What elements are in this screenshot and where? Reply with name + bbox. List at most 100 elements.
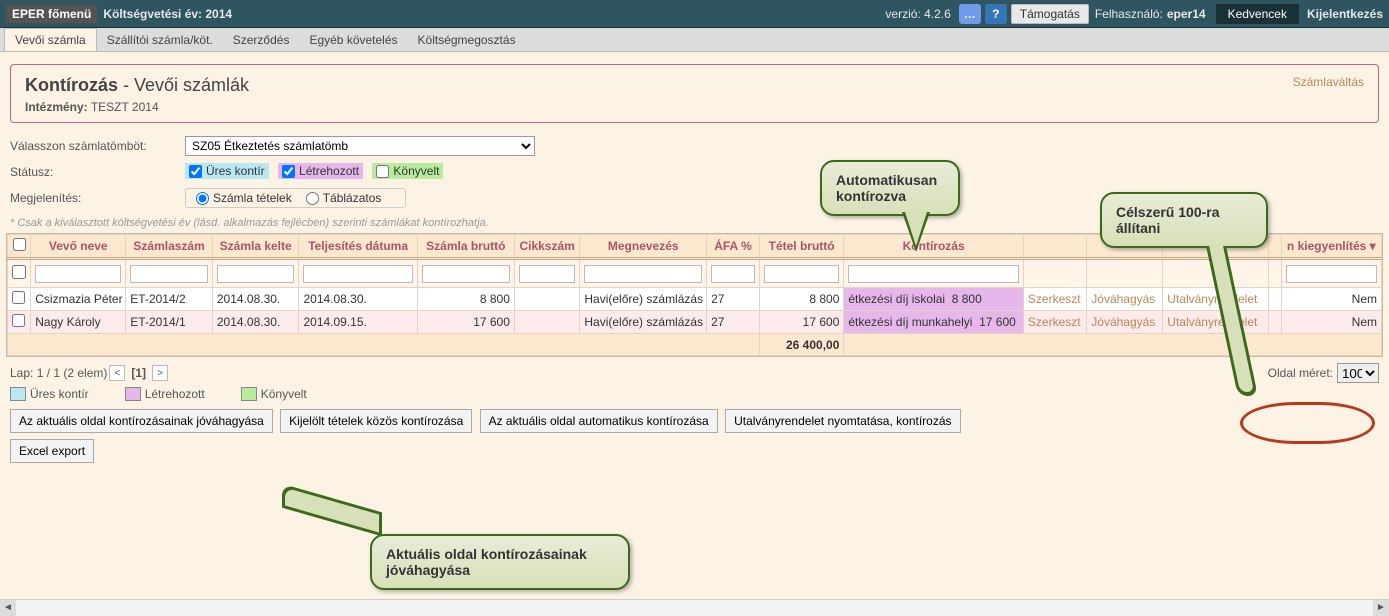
hscroll-track[interactable] xyxy=(16,600,1373,616)
help-icon[interactable]: ? xyxy=(985,4,1007,24)
page-size-select[interactable]: 100 xyxy=(1337,363,1379,383)
select-all-checkbox[interactable] xyxy=(13,238,26,251)
cell-item-gross: 8 800 xyxy=(759,288,843,311)
grid-header[interactable] xyxy=(8,235,31,259)
row-checkbox-cell xyxy=(8,288,31,311)
grid-header[interactable]: Teljesítés dátuma xyxy=(299,235,417,259)
approve-link[interactable]: Jóváhagyás xyxy=(1091,292,1155,306)
invoice-grid: Vevő neveSzámlaszámSzámla kelteTeljesíté… xyxy=(6,233,1383,357)
display-table-text: Táblázatos xyxy=(323,191,382,205)
tab-contract[interactable]: Szerződés xyxy=(223,29,300,51)
tab-other-claim[interactable]: Egyéb követelés xyxy=(299,29,407,51)
status-created-text: Létrehozott xyxy=(299,164,359,178)
grid-header[interactable]: Megnevezés xyxy=(580,235,707,259)
row-checkbox[interactable] xyxy=(12,291,25,304)
status-created-option[interactable]: Létrehozott xyxy=(278,163,363,179)
grid-filter-cell xyxy=(212,259,299,288)
grid-filter-input[interactable] xyxy=(35,265,121,283)
row-checkbox-cell xyxy=(8,311,31,334)
cell-order: Utalványrendelet xyxy=(1163,311,1269,334)
grid-filter-input[interactable] xyxy=(711,265,755,283)
chat-icon[interactable]: … xyxy=(959,4,981,24)
grid-filter-cell xyxy=(1023,259,1086,288)
grid-header[interactable]: n kiegyenlítés ▾ xyxy=(1281,235,1381,259)
approve-link[interactable]: Jóváhagyás xyxy=(1091,315,1155,329)
hscroll-left-icon[interactable]: ◄ xyxy=(0,600,16,616)
institution-label: Intézmény: xyxy=(25,100,88,114)
logout-button[interactable]: Kijelentkezés xyxy=(1307,7,1383,21)
callout-page-size: Célszerű 100-ra állítani xyxy=(1100,192,1268,248)
auto-contiroz-button[interactable]: Az aktuális oldal automatikus kontírozás… xyxy=(480,409,718,433)
legend-created: Létrehozott xyxy=(125,387,223,401)
cell-buyer-name: Nagy Károly xyxy=(31,311,126,334)
header-dropdown-icon[interactable]: ▾ xyxy=(1366,239,1375,253)
page-header-panel: Kontírozás - Vevői számlák Intézmény: TE… xyxy=(10,64,1379,123)
grid-filter-cell xyxy=(707,259,760,288)
filter-row-checkbox[interactable] xyxy=(12,263,26,281)
grid-filter-input[interactable] xyxy=(303,265,412,283)
grid-filter-input[interactable] xyxy=(130,265,208,283)
display-table-option[interactable]: Táblázatos xyxy=(306,191,382,205)
table-row: Csizmazia PéterET-2014/22014.08.30.2014.… xyxy=(8,288,1382,311)
order-link[interactable]: Utalványrendelet xyxy=(1167,315,1257,329)
grid-filter-input[interactable] xyxy=(217,265,295,283)
hscroll-right-icon[interactable]: ► xyxy=(1373,600,1389,616)
tab-cost-sharing[interactable]: Költségmegosztás xyxy=(408,29,526,51)
cell-approve: Jóváhagyás xyxy=(1087,288,1163,311)
cell-spacer xyxy=(1268,311,1281,334)
grid-header[interactable] xyxy=(1023,235,1086,259)
grid-header[interactable]: Kontírozás xyxy=(844,235,1024,259)
favorites-button[interactable]: Kedvencek xyxy=(1216,4,1299,24)
grid-filter-cell xyxy=(1087,259,1163,288)
pager-prev-button[interactable]: < xyxy=(109,365,125,381)
cell-approve: Jóváhagyás xyxy=(1087,311,1163,334)
status-created-checkbox[interactable] xyxy=(282,165,295,178)
grid-filter-input[interactable] xyxy=(1286,265,1377,283)
common-contiroz-button[interactable]: Kijelölt tételek közös kontírozása xyxy=(280,409,472,433)
tab-customer-invoice[interactable]: Vevői számla xyxy=(4,28,97,51)
edit-link[interactable]: Szerkeszt xyxy=(1028,315,1081,329)
grid-filter-input[interactable] xyxy=(584,265,702,283)
status-booked-checkbox[interactable] xyxy=(376,165,389,178)
cell-description: Havi(előre) számlázás xyxy=(580,311,707,334)
cell-spacer xyxy=(1268,288,1281,311)
display-table-radio[interactable] xyxy=(306,192,319,205)
grid-header[interactable]: Számla kelte xyxy=(212,235,299,259)
grid-header[interactable]: Számlaszám xyxy=(126,235,213,259)
cell-invoice-gross: 17 600 xyxy=(417,311,514,334)
brand-badge[interactable]: EPER főmenü xyxy=(6,5,97,23)
grid-filter-input[interactable] xyxy=(519,265,575,283)
status-empty-checkbox[interactable] xyxy=(189,165,202,178)
order-link[interactable]: Utalványrendelet xyxy=(1167,292,1257,306)
grid-filter-input[interactable] xyxy=(422,265,510,283)
grid-filter-input[interactable] xyxy=(848,265,1019,283)
row-checkbox[interactable] xyxy=(12,314,25,327)
page-title-main: Kontírozás xyxy=(25,75,118,95)
grid-header[interactable] xyxy=(1268,235,1281,259)
edit-link[interactable]: Szerkeszt xyxy=(1028,292,1081,306)
horizontal-scrollbar[interactable]: ◄ ► xyxy=(0,599,1389,615)
batch-select[interactable]: SZ05 Étkeztetés számlatömb xyxy=(185,136,535,156)
pager-next-button[interactable]: > xyxy=(152,365,168,381)
invoice-switch-link[interactable]: Számlaváltás xyxy=(1293,75,1364,89)
print-order-button[interactable]: Utalványrendelet nyomtatása, kontírozás xyxy=(725,409,960,433)
callout-approve-page: Aktuális oldal kontírozásainak jóváhagyá… xyxy=(370,534,630,590)
grid-header[interactable]: Számla bruttó xyxy=(417,235,514,259)
user-label: Felhasználó: xyxy=(1095,7,1163,21)
status-empty-option[interactable]: Üres kontír xyxy=(185,163,269,179)
grid-filter-input[interactable] xyxy=(764,265,839,283)
excel-export-button[interactable]: Excel export xyxy=(10,439,94,463)
approve-page-button[interactable]: Az aktuális oldal kontírozásainak jóváha… xyxy=(10,409,273,433)
page-title-sub: - Vevői számlák xyxy=(118,75,249,95)
tab-supplier-invoice[interactable]: Szállítói számla/köt. xyxy=(97,29,223,51)
grid-header[interactable]: ÁFA % xyxy=(707,235,760,259)
display-items-option[interactable]: Számla tételek xyxy=(196,191,292,205)
cell-description: Havi(előre) számlázás xyxy=(580,288,707,311)
grid-header[interactable]: Vevő neve xyxy=(31,235,126,259)
support-button[interactable]: Támogatás xyxy=(1011,4,1089,24)
status-booked-text: Könyvelt xyxy=(393,164,439,178)
grid-header[interactable]: Cikkszám xyxy=(514,235,579,259)
display-items-radio[interactable] xyxy=(196,192,209,205)
grid-header[interactable]: Tétel bruttó xyxy=(759,235,843,259)
status-booked-option[interactable]: Könyvelt xyxy=(372,163,443,179)
